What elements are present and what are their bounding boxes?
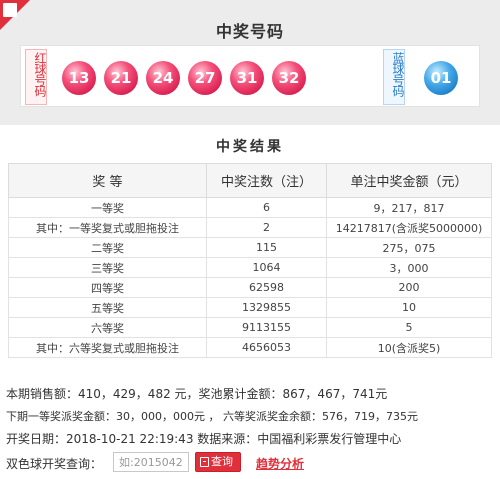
prize-table: 奖 等 中奖注数（注） 单注中奖金额（元） 一等奖 6 9，217，817 其中：一…: [8, 163, 492, 358]
count-cell: 4656053: [206, 337, 327, 358]
tier-cell: 四等奖: [8, 277, 207, 298]
count-cell: 62598: [206, 277, 327, 298]
blue-ball-label-box: 蓝球号码: [383, 49, 405, 105]
table-row: 六等奖 9113155 5: [8, 317, 492, 338]
sales-summary: 本期销售额：410，429，482 元，奖池累计金额：867，467，741元: [6, 387, 388, 401]
count-cell: 1064: [206, 257, 327, 278]
tier-cell: 其中：六等奖复式或胆拖投注: [8, 337, 207, 358]
count-cell: 115: [206, 237, 327, 258]
column-header-tier: 奖 等: [8, 163, 207, 198]
search-icon: [200, 457, 209, 467]
count-cell: 1329855: [206, 297, 327, 318]
table-row: 三等奖 1064 3，000: [8, 257, 492, 278]
draw-date-source: 开奖日期：2018-10-21 22:19:43 数据来源：中国福利彩票发行管理…: [6, 432, 402, 446]
search-button-label: 查询: [211, 455, 233, 468]
trend-analysis-link[interactable]: 趋势分析: [256, 455, 304, 472]
table-row: 其中：一等奖复式或胆拖投注 2 14217817(含派奖5000000): [8, 217, 492, 238]
tier-cell: 三等奖: [8, 257, 207, 278]
table-row: 二等奖 115 275，075: [8, 237, 492, 258]
issue-search-input[interactable]: [113, 452, 189, 472]
tier-cell: 二等奖: [8, 237, 207, 258]
column-header-count: 中奖注数（注）: [206, 163, 327, 198]
ball-strip: 红球号码 13 21 24 27 31 32 蓝球号码 01: [20, 45, 480, 107]
red-ball: 13: [62, 61, 96, 95]
column-header-amount: 单注中奖金额（元）: [326, 163, 492, 198]
winning-numbers-title: 中奖号码: [215, 22, 284, 41]
red-ball: 21: [104, 61, 138, 95]
results-title: 中奖结果: [216, 139, 284, 155]
amount-cell: 3，000: [326, 257, 492, 278]
red-ball-label: 红球号码: [33, 52, 47, 96]
count-cell: 6: [206, 197, 327, 218]
search-label: 双色球开奖查询：: [6, 457, 103, 471]
amount-cell: 10(含派奖5): [326, 337, 492, 358]
tier-cell: 六等奖: [8, 317, 207, 338]
table-row: 其中：六等奖复式或胆拖投注 4656053 10(含派奖5): [8, 337, 492, 358]
amount-cell: 9，217，817: [326, 197, 492, 218]
tier-cell: 五等奖: [8, 297, 207, 318]
tier-cell: 一等奖: [8, 197, 207, 218]
corner-box: [3, 3, 17, 17]
table-row: 一等奖 6 9，217，817: [8, 197, 492, 218]
amount-cell: 10: [326, 297, 492, 318]
table-header-row: 奖 等 中奖注数（注） 单注中奖金额（元）: [8, 163, 492, 198]
amount-cell: 5: [326, 317, 492, 338]
amount-cell: 275，075: [326, 237, 492, 258]
tier-cell: 其中：一等奖复式或胆拖投注: [8, 217, 207, 238]
red-ball: 32: [272, 61, 306, 95]
search-button[interactable]: 查询: [195, 452, 241, 472]
red-ball: 24: [146, 61, 180, 95]
count-cell: 2: [206, 217, 327, 238]
count-cell: 9113155: [206, 317, 327, 338]
red-ball: 31: [230, 61, 264, 95]
blue-ball-label: 蓝球号码: [391, 52, 405, 96]
table-row: 五等奖 1329855 10: [8, 297, 492, 318]
draw-panel: 中奖号码 红球号码 13 21 24 27 31 32 蓝球号码 01: [0, 0, 500, 125]
red-ball: 27: [188, 61, 222, 95]
amount-cell: 14217817(含派奖5000000): [326, 217, 492, 238]
red-ball-label-box: 红球号码: [25, 49, 47, 105]
amount-cell: 200: [326, 277, 492, 298]
dispatch-summary: 下期一等奖派奖金额：30，000，000元 ， 六等奖派奖金余额：576，719…: [6, 410, 418, 423]
table-row: 四等奖 62598 200: [8, 277, 492, 298]
blue-ball: 01: [424, 61, 458, 95]
